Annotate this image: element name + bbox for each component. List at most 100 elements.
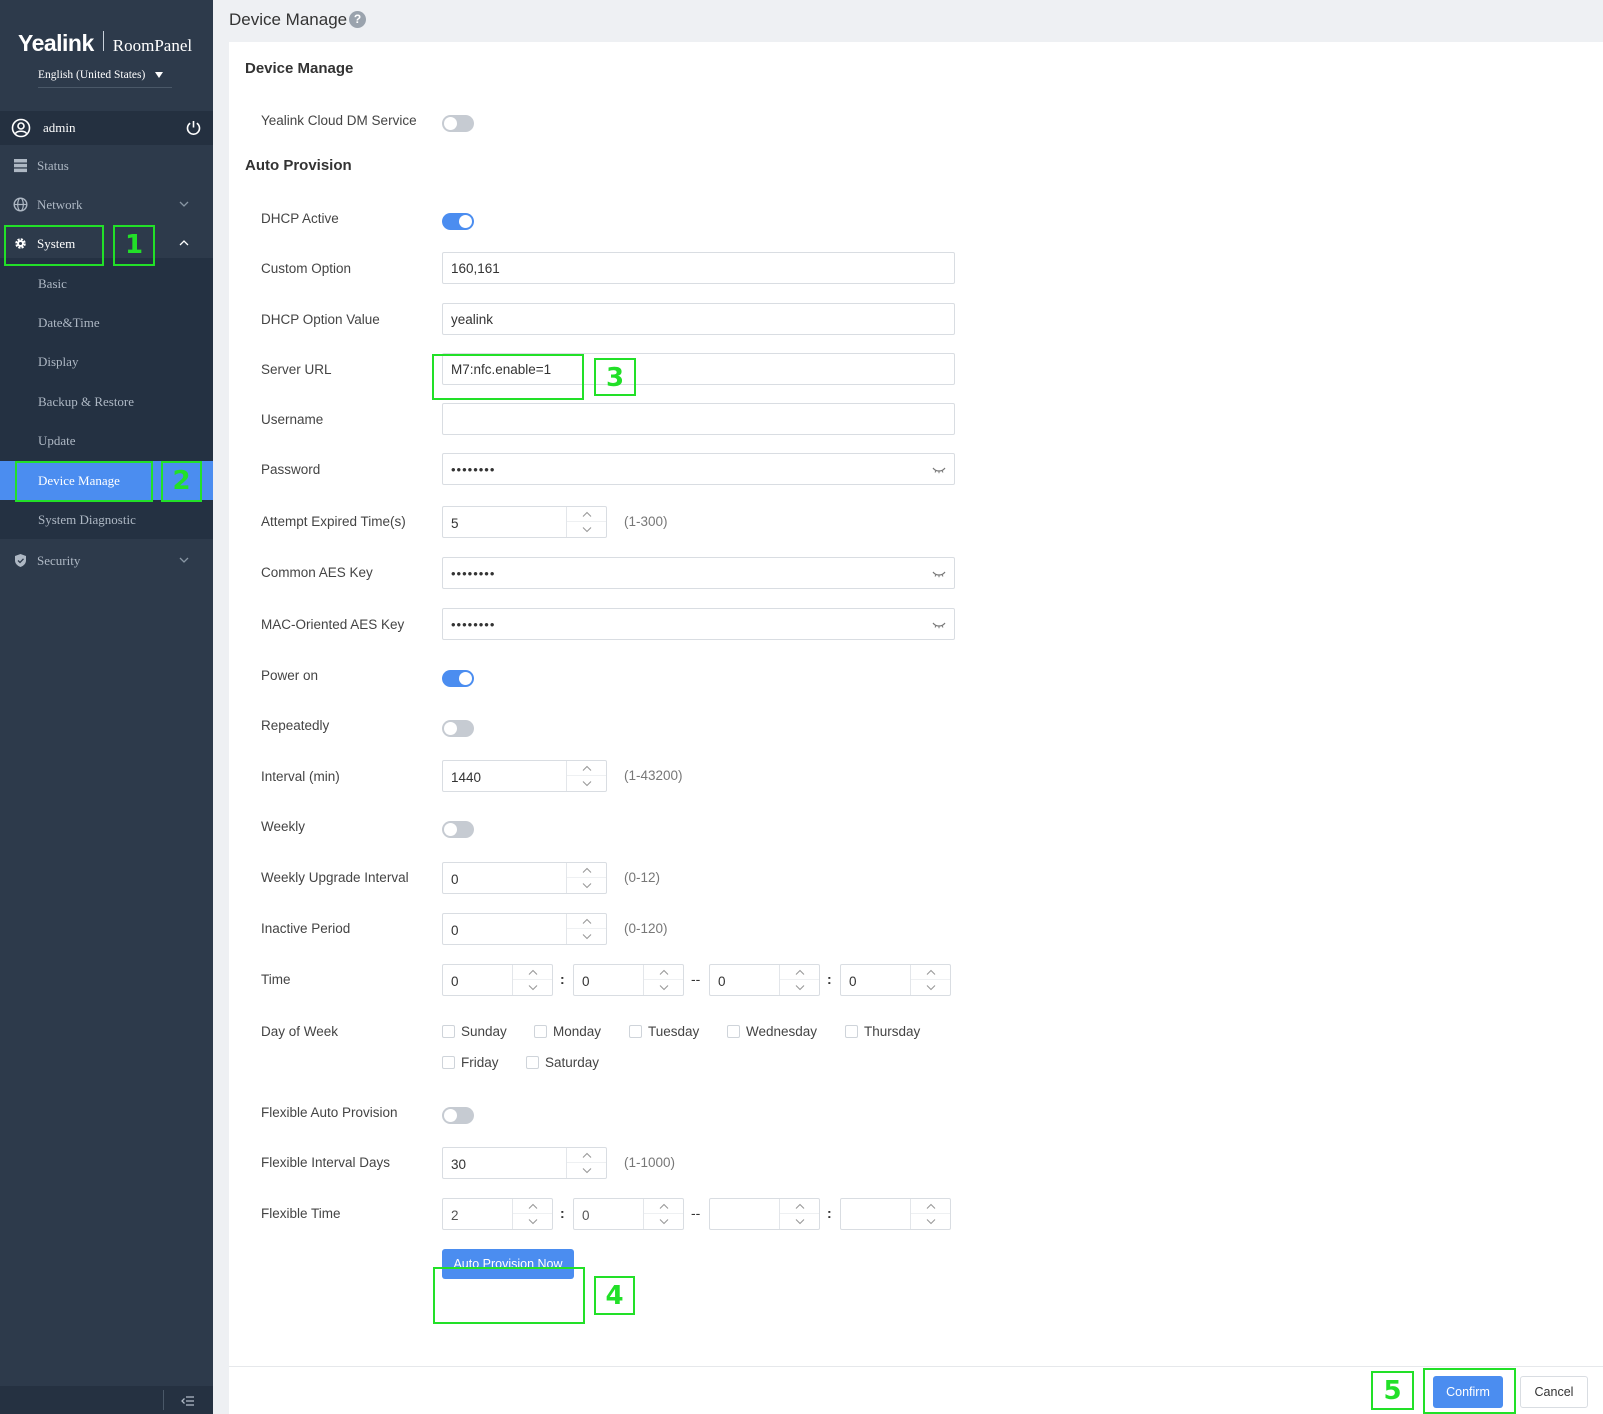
label-cloud-dm: Yealink Cloud DM Service	[261, 113, 417, 128]
chevron-down-icon[interactable]	[567, 929, 606, 944]
chevron-up-icon[interactable]	[567, 914, 606, 929]
label-custom-option: Custom Option	[261, 261, 352, 276]
chevron-up-icon[interactable]	[567, 1148, 606, 1163]
flexible-auto-provision-toggle[interactable]	[442, 1107, 474, 1124]
sidebar-item-security[interactable]: Security	[0, 543, 213, 579]
globe-icon	[13, 197, 28, 212]
eye-closed-icon[interactable]	[932, 570, 946, 578]
sidebar-subitem-display[interactable]: Display	[0, 342, 213, 381]
checkbox-saturday[interactable]: Saturday	[526, 1055, 599, 1070]
chevron-up-icon[interactable]	[644, 1199, 683, 1214]
collapse-menu-icon[interactable]	[181, 1395, 195, 1407]
chevron-down-icon[interactable]	[780, 1214, 819, 1229]
chevron-down-icon[interactable]	[911, 980, 950, 995]
checkbox-label: Thursday	[864, 1024, 921, 1039]
user-row: admin	[0, 111, 213, 145]
auto-provision-now-button[interactable]: Auto Provision Now	[442, 1249, 574, 1279]
chevron-up-icon[interactable]	[513, 1199, 552, 1214]
inactive-range-hint: (0-120)	[624, 921, 668, 936]
chevron-down-icon[interactable]	[567, 522, 606, 537]
power-icon[interactable]	[185, 119, 202, 136]
stepper-value: 0	[451, 974, 459, 989]
mac-aes-input[interactable]: ••••••••	[442, 608, 955, 640]
inactive-period-stepper[interactable]: 0	[442, 913, 607, 945]
stepper-value: 0	[718, 974, 726, 989]
help-icon[interactable]: ?	[349, 11, 366, 28]
sidebar-item-network[interactable]: Network	[0, 187, 213, 223]
sidebar-subitem-label: Device Manage	[38, 472, 120, 488]
checkbox-label: Friday	[461, 1055, 499, 1070]
chevron-down-icon[interactable]	[567, 1163, 606, 1178]
weekly-toggle[interactable]	[442, 821, 474, 838]
checkbox-friday[interactable]: Friday	[442, 1055, 499, 1070]
sidebar-subitem-update[interactable]: Update	[0, 421, 213, 460]
time-end-hour-stepper[interactable]: 0	[709, 964, 820, 996]
time-end-minute-stepper[interactable]: 0	[840, 964, 951, 996]
language-select[interactable]: English (United States)	[38, 69, 172, 88]
chevron-down-icon[interactable]	[513, 980, 552, 995]
weekly-upgrade-stepper[interactable]: 0	[442, 862, 607, 894]
chevron-up-icon[interactable]	[567, 761, 606, 776]
sidebar-item-system[interactable]: System	[0, 226, 213, 262]
footer-divider	[229, 1366, 1603, 1367]
flex-time-start-hour-stepper[interactable]: 2	[442, 1198, 553, 1230]
cloud-dm-toggle[interactable]	[442, 115, 474, 132]
chevron-up-icon[interactable]	[780, 1199, 819, 1214]
sidebar-subitem-basic[interactable]: Basic	[0, 264, 213, 303]
checkbox-thursday[interactable]: Thursday	[845, 1024, 920, 1039]
page-title: Device Manage	[229, 10, 348, 29]
flex-time-end-minute-stepper[interactable]	[840, 1198, 951, 1230]
password-input[interactable]: ••••••••	[442, 453, 955, 485]
power-on-toggle[interactable]	[442, 670, 474, 687]
dhcp-active-toggle[interactable]	[442, 213, 474, 230]
dhcp-option-value-input[interactable]	[442, 303, 955, 335]
server-url-input[interactable]	[442, 353, 955, 385]
checkbox-sunday[interactable]: Sunday	[442, 1024, 507, 1039]
chevron-up-icon[interactable]	[513, 965, 552, 980]
checkbox-tuesday[interactable]: Tuesday	[629, 1024, 699, 1039]
chevron-up-icon[interactable]	[911, 1199, 950, 1214]
time-start-hour-stepper[interactable]: 0	[442, 964, 553, 996]
sidebar-item-label: System	[37, 236, 76, 251]
sidebar-subitem-backup-restore[interactable]: Backup & Restore	[0, 382, 213, 421]
flex-time-end-hour-stepper[interactable]	[709, 1198, 820, 1230]
chevron-up-icon[interactable]	[567, 863, 606, 878]
chevron-down-icon[interactable]	[567, 878, 606, 893]
time-start-minute-stepper[interactable]: 0	[573, 964, 684, 996]
chevron-down-icon[interactable]	[644, 1214, 683, 1229]
chevron-up-icon[interactable]	[567, 507, 606, 522]
checkbox-monday[interactable]: Monday	[534, 1024, 601, 1039]
chevron-down-icon	[179, 201, 189, 207]
stepper-value: 0	[451, 872, 459, 887]
interval-stepper[interactable]: 1440	[442, 760, 607, 792]
chevron-down-icon[interactable]	[644, 980, 683, 995]
checkbox-label: Monday	[553, 1024, 602, 1039]
username-input[interactable]	[442, 403, 955, 435]
flex-time-start-minute-stepper[interactable]: 0	[573, 1198, 684, 1230]
chevron-down-icon[interactable]	[567, 776, 606, 791]
chevron-up-icon[interactable]	[780, 965, 819, 980]
stepper-controls	[566, 1148, 606, 1178]
sidebar-subitem-system-diagnostic[interactable]: System Diagnostic	[0, 500, 213, 539]
chevron-up-icon[interactable]	[911, 965, 950, 980]
attempt-expired-stepper[interactable]: 5	[442, 506, 607, 538]
eye-closed-icon[interactable]	[932, 621, 946, 629]
common-aes-input[interactable]: ••••••••	[442, 557, 955, 589]
stepper-controls	[512, 965, 552, 995]
confirm-button[interactable]: Confirm	[1433, 1376, 1503, 1408]
cancel-button[interactable]: Cancel	[1520, 1376, 1588, 1408]
chevron-down-icon[interactable]	[780, 980, 819, 995]
eye-closed-icon[interactable]	[932, 466, 946, 474]
label-weekly: Weekly	[261, 819, 306, 834]
repeatedly-toggle[interactable]	[442, 720, 474, 737]
chevron-up-icon[interactable]	[644, 965, 683, 980]
attempt-range-hint: (1-300)	[624, 514, 668, 529]
flexible-interval-stepper[interactable]: 30	[442, 1147, 607, 1179]
chevron-down-icon[interactable]	[911, 1214, 950, 1229]
sidebar-subitem-datetime[interactable]: Date&Time	[0, 303, 213, 342]
chevron-down-icon[interactable]	[513, 1214, 552, 1229]
checkbox-wednesday[interactable]: Wednesday	[727, 1024, 817, 1039]
custom-option-input[interactable]	[442, 252, 955, 284]
sidebar-subitem-device-manage[interactable]: Device Manage	[0, 461, 213, 500]
sidebar-item-status[interactable]: Status	[0, 148, 213, 184]
